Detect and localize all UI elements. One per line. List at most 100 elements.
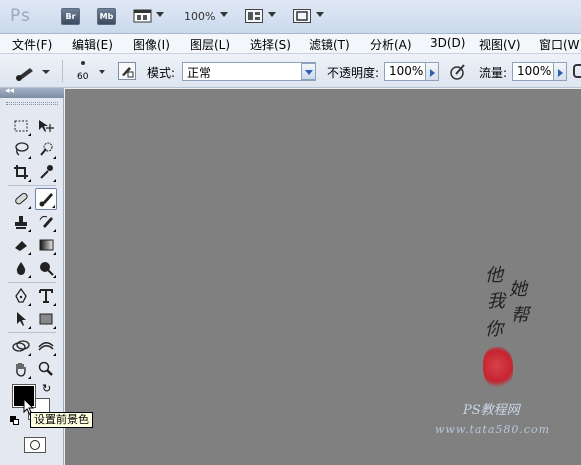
menu-select[interactable]: 选择(S) bbox=[250, 36, 291, 53]
arrange-documents-icon[interactable] bbox=[245, 9, 263, 23]
view-extras-caret-icon[interactable] bbox=[156, 12, 164, 17]
default-colors-icon[interactable] bbox=[10, 416, 19, 425]
document-canvas-area[interactable]: 他 她 我 帮 你 PS教程网 www.tata580.com bbox=[65, 89, 581, 465]
mode-dropdown-arrow-icon[interactable] bbox=[301, 63, 316, 80]
red-seal-stamp bbox=[483, 347, 513, 389]
type-tool[interactable] bbox=[35, 285, 57, 307]
tool-preset-picker[interactable] bbox=[14, 62, 52, 82]
options-bar: 60 模式: 正常 不透明度: 100% 流量: 100% bbox=[0, 54, 581, 88]
lasso-tool[interactable] bbox=[10, 138, 32, 160]
quick-selection-icon bbox=[40, 142, 53, 156]
brush-panel-toggle[interactable] bbox=[118, 62, 136, 80]
lasso-icon bbox=[15, 142, 29, 156]
blur-tool[interactable] bbox=[10, 257, 32, 279]
opacity-label: 不透明度: bbox=[327, 66, 380, 80]
rectangular-marquee-icon bbox=[14, 120, 28, 132]
screen-mode-caret-icon[interactable] bbox=[316, 12, 324, 17]
brush-tip-icon bbox=[81, 61, 85, 65]
brush-preset-icon bbox=[16, 68, 50, 81]
brush-picker[interactable]: 60 bbox=[72, 58, 108, 86]
airbrush-button[interactable] bbox=[573, 64, 581, 78]
tablet-pressure-icon bbox=[450, 64, 465, 80]
brush-picker-caret-icon bbox=[99, 70, 105, 74]
brush-size-value: 60 bbox=[77, 72, 89, 82]
3d-orbit-tool[interactable] bbox=[35, 335, 57, 357]
watermark-site-name: PS教程网 bbox=[463, 403, 520, 418]
3d-camera-orbit-icon bbox=[38, 342, 54, 351]
gradient-tool[interactable] bbox=[35, 234, 57, 256]
mode-label: 模式: bbox=[147, 66, 176, 80]
eyedropper-tool[interactable] bbox=[35, 161, 57, 183]
magnifier-icon bbox=[38, 361, 53, 376]
marquee-tool[interactable] bbox=[10, 115, 32, 137]
hand-icon bbox=[16, 363, 26, 377]
menu-file[interactable]: 文件(F) bbox=[12, 36, 52, 53]
menu-image[interactable]: 图像(I) bbox=[133, 36, 170, 53]
tablet-pressure-opacity-button[interactable] bbox=[448, 62, 468, 82]
tools-separator bbox=[8, 332, 56, 333]
quick-mask-icon bbox=[30, 440, 40, 450]
type-icon bbox=[39, 289, 53, 303]
menu-window[interactable]: 窗口(W) bbox=[539, 36, 581, 53]
stamp-icon bbox=[15, 216, 27, 229]
menu-analysis[interactable]: 分析(A) bbox=[370, 36, 412, 53]
mini-bridge-button[interactable]: Mb bbox=[97, 8, 116, 25]
menu-bar: 文件(F) 编辑(E) 图像(I) 图层(L) 选择(S) 滤镜(T) 分析(A… bbox=[0, 34, 581, 54]
airbrush-icon bbox=[573, 64, 581, 78]
history-brush-tool[interactable] bbox=[35, 211, 57, 233]
flow-slider-arrow-icon[interactable] bbox=[553, 62, 567, 81]
move-tool[interactable] bbox=[35, 115, 57, 137]
screen-mode-icon[interactable] bbox=[293, 9, 311, 23]
clone-stamp-tool[interactable] bbox=[10, 211, 32, 233]
crop-icon bbox=[14, 165, 28, 179]
menu-layer[interactable]: 图层(L) bbox=[190, 36, 230, 53]
flow-input[interactable]: 100% bbox=[512, 62, 554, 81]
mode-select[interactable]: 正常 bbox=[182, 62, 316, 81]
3d-object-rotate-icon bbox=[12, 340, 30, 352]
path-selection-icon bbox=[17, 312, 26, 326]
menu-view[interactable]: 视图(V) bbox=[479, 36, 521, 53]
water-drop-icon bbox=[16, 262, 26, 275]
menu-filter[interactable]: 滤镜(T) bbox=[309, 36, 350, 53]
bridge-button[interactable]: Br bbox=[61, 8, 80, 25]
healing-brush-tool[interactable] bbox=[10, 188, 32, 210]
watermark-char: 我 bbox=[487, 291, 505, 312]
zoom-level[interactable]: 100% bbox=[184, 10, 215, 23]
opacity-input[interactable]: 100% bbox=[384, 62, 426, 81]
opacity-slider-arrow-icon[interactable] bbox=[425, 62, 439, 81]
quick-selection-tool[interactable] bbox=[35, 138, 57, 160]
foreground-color-tooltip: 设置前景色 bbox=[30, 412, 93, 428]
collapse-panel-icon[interactable]: ◂◂ bbox=[5, 86, 14, 96]
panel-grip[interactable] bbox=[6, 102, 58, 105]
pen-icon bbox=[15, 288, 27, 303]
watermark-char: 你 bbox=[485, 319, 503, 340]
eraser-icon bbox=[15, 241, 27, 251]
title-bar: Ps Br Mb 100% bbox=[0, 0, 581, 34]
dodge-tool[interactable] bbox=[35, 257, 57, 279]
menu-3d[interactable]: 3D(D) bbox=[430, 36, 465, 50]
options-separator bbox=[62, 60, 63, 82]
tools-panel: ◂◂ ↻ bbox=[0, 86, 64, 465]
eraser-tool[interactable] bbox=[10, 234, 32, 256]
zoom-tool[interactable] bbox=[35, 358, 57, 380]
rectangle-shape-icon bbox=[39, 313, 53, 325]
watermark-char: 他 bbox=[485, 265, 503, 286]
path-selection-tool[interactable] bbox=[10, 308, 32, 330]
tools-panel-header[interactable]: ◂◂ bbox=[0, 86, 64, 98]
zoom-caret-icon[interactable] bbox=[220, 12, 228, 17]
eyedropper-icon bbox=[40, 165, 53, 179]
3d-rotate-tool[interactable] bbox=[10, 335, 32, 357]
swap-colors-icon[interactable]: ↻ bbox=[42, 382, 51, 395]
rectangle-tool[interactable] bbox=[35, 308, 57, 330]
view-extras-button[interactable] bbox=[133, 9, 153, 23]
hand-tool[interactable] bbox=[10, 358, 32, 380]
arrange-caret-icon[interactable] bbox=[268, 12, 276, 17]
dodge-icon bbox=[40, 262, 54, 276]
gradient-icon bbox=[39, 239, 54, 251]
menu-edit[interactable]: 编辑(E) bbox=[72, 36, 113, 53]
crop-tool[interactable] bbox=[10, 161, 32, 183]
brush-tool[interactable] bbox=[35, 188, 57, 210]
tools-separator bbox=[8, 185, 56, 186]
quick-mask-button[interactable] bbox=[24, 437, 46, 453]
pen-tool[interactable] bbox=[10, 285, 32, 307]
